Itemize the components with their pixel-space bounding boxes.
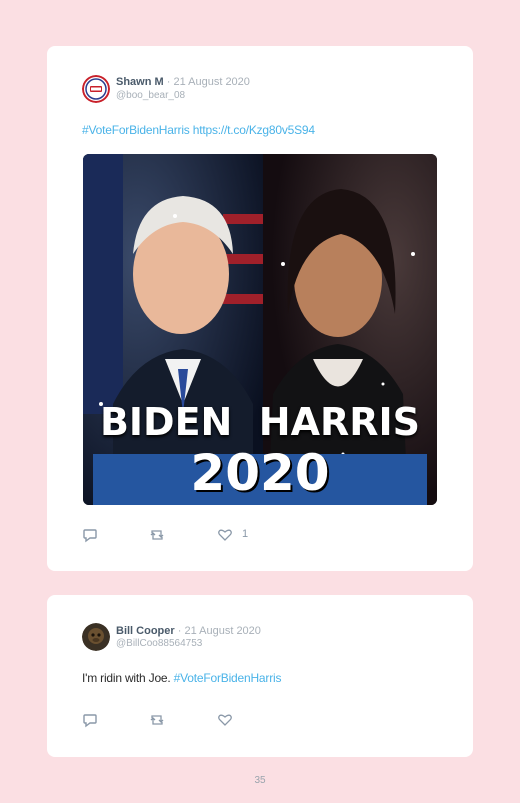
avatar[interactable] [82,623,110,651]
tweet-text: #VoteForBidenHarris https://t.co/Kzg80v5… [82,123,315,137]
avatar-logo-icon [82,75,110,103]
tweet-card: Bill Cooper · 21 August 2020 @BillCoo885… [47,595,473,757]
retweet-icon[interactable] [149,712,165,728]
reply-icon[interactable] [82,712,98,728]
date-separator: · [174,625,185,637]
author-name[interactable]: Shawn M [116,76,164,88]
tweet-date[interactable]: 21 August 2020 [173,76,249,88]
avatar-photo-icon [82,623,110,651]
author-handle[interactable]: @BillCoo88564753 [116,638,202,649]
tweet-body: I'm ridin with Joe. [82,671,171,685]
tweet-image[interactable]: BIDEN HARRIS 2020 [83,154,437,505]
retweet-icon[interactable] [149,527,165,543]
hashtag-link[interactable]: #VoteForBidenHarris [174,671,282,685]
tweet-card: Shawn M · 21 August 2020 @boo_bear_08 #V… [47,46,473,571]
url-link[interactable]: https://t.co/Kzg80v5S94 [193,123,315,137]
author-name[interactable]: Bill Cooper [116,625,175,637]
tweet-meta: Shawn M · 21 August 2020 [116,76,250,88]
reply-icon[interactable] [82,527,98,543]
image-year: 2020 [190,444,330,502]
heart-icon[interactable] [217,712,233,728]
date-separator: · [163,76,174,88]
heart-icon[interactable] [217,527,233,543]
author-handle[interactable]: @boo_bear_08 [116,90,185,101]
like-count: 1 [242,528,249,540]
image-headline: BIDEN HARRIS [99,400,421,444]
tweet-date[interactable]: 21 August 2020 [184,625,260,637]
page-number: 35 [254,775,266,786]
avatar[interactable] [82,75,110,103]
tweet-meta: Bill Cooper · 21 August 2020 [116,625,261,637]
tweet-text: I'm ridin with Joe. #VoteForBidenHarris [82,671,281,685]
hashtag-link[interactable]: #VoteForBidenHarris [82,123,190,137]
